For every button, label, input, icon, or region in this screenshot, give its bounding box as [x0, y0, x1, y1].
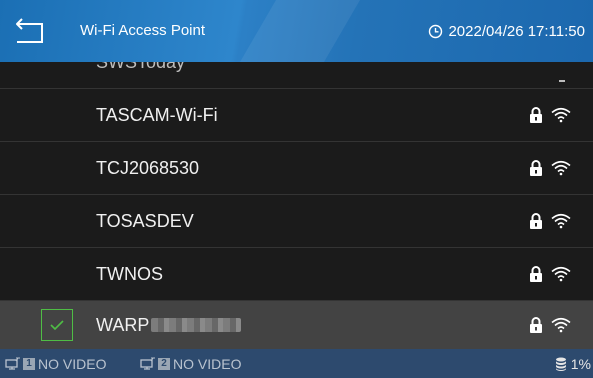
- page-title: Wi-Fi Access Point: [80, 22, 206, 39]
- network-ssid: TOSASDEV: [96, 210, 194, 231]
- wifi-signal-icon: [551, 213, 571, 229]
- network-ssid: TCJ2068530: [96, 157, 200, 178]
- ssid-redaction: [151, 318, 242, 332]
- network-row[interactable]: TCJ2068530: [0, 142, 593, 195]
- storage-indicator: 1%: [555, 349, 591, 378]
- lock-icon: [530, 213, 542, 229]
- network-ssid: TWNOS: [96, 263, 163, 284]
- video-input-2-status: 2 NO VIDEO: [140, 349, 241, 378]
- wifi-signal-icon: [551, 107, 571, 123]
- selected-checkbox[interactable]: [41, 309, 73, 341]
- back-icon: [16, 18, 43, 43]
- network-ssid: WARP: [96, 301, 242, 349]
- wifi-signal-icon: [551, 160, 571, 176]
- back-button[interactable]: [0, 0, 62, 62]
- network-ssid: SWSToday: [96, 62, 185, 88]
- lock-icon: [530, 160, 542, 176]
- lock-icon: [530, 317, 542, 333]
- network-row[interactable]: TOSASDEV: [0, 195, 593, 248]
- datetime-text: 2022/04/26 17:11:50: [448, 22, 585, 40]
- network-row[interactable]: SWSToday: [0, 62, 593, 89]
- video-status-text: NO VIDEO: [38, 355, 107, 372]
- video-input-number: 2: [158, 357, 170, 370]
- status-bar: 1 NO VIDEO 2 NO VIDEO 1%: [0, 349, 593, 378]
- network-row-selected[interactable]: WARP: [0, 301, 593, 349]
- header-bar: Wi-Fi Access Point 2022/04/26 17:11:50: [0, 0, 593, 62]
- lock-icon: [530, 107, 542, 123]
- video-input-icon: [5, 356, 20, 370]
- clock-icon: [429, 24, 443, 38]
- signal-icon: [559, 80, 565, 82]
- wifi-network-list[interactable]: SWSToday TASCAM-Wi-Fi TCJ2068530: [0, 62, 593, 349]
- network-ssid: TASCAM-Wi-Fi: [96, 104, 218, 125]
- network-ssid-text: WARP: [96, 314, 150, 335]
- video-input-icon: [140, 356, 155, 370]
- storage-percent: 1%: [570, 355, 591, 372]
- database-icon: [555, 357, 566, 371]
- wifi-signal-icon: [551, 266, 571, 282]
- wifi-signal-icon: [551, 317, 571, 333]
- checkmark-icon: [50, 320, 64, 331]
- datetime-display: 2022/04/26 17:11:50: [428, 0, 585, 62]
- video-input-1-status: 1 NO VIDEO: [5, 349, 106, 378]
- lock-icon: [530, 266, 542, 282]
- video-status-text: NO VIDEO: [173, 355, 242, 372]
- network-row[interactable]: TWNOS: [0, 248, 593, 301]
- network-row[interactable]: TASCAM-Wi-Fi: [0, 89, 593, 142]
- video-input-number: 1: [23, 357, 35, 370]
- header-decoration: [240, 0, 360, 62]
